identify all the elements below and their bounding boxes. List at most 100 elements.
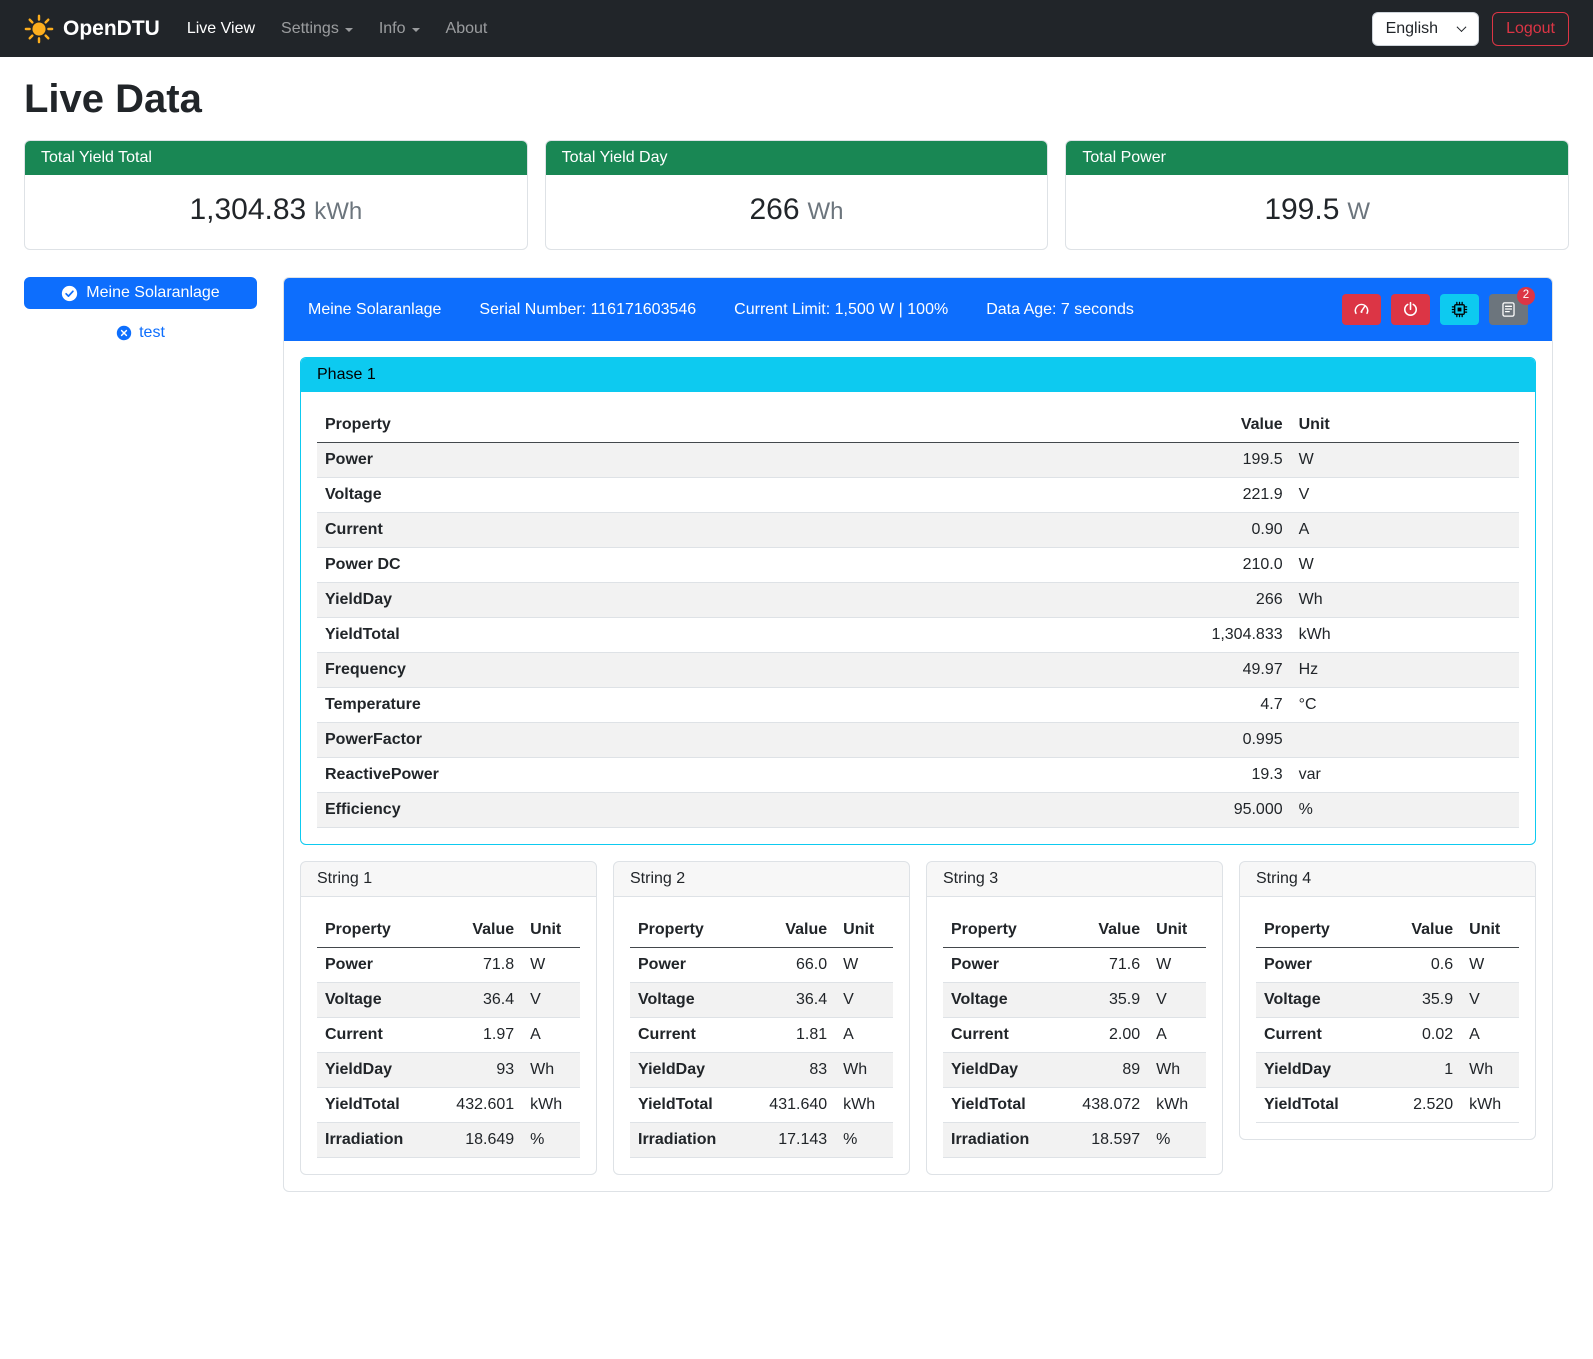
device-info-button[interactable]	[1440, 294, 1479, 325]
table-row: Power66.0W	[630, 948, 893, 983]
property-cell: Current	[1256, 1018, 1382, 1053]
property-cell: PowerFactor	[317, 723, 1134, 758]
column-header-value: Value	[756, 913, 835, 948]
nav-item-info[interactable]: Info	[366, 12, 433, 46]
property-cell: Power	[943, 948, 1069, 983]
unit-cell: %	[835, 1123, 893, 1158]
content-row: Meine Solaranlage test Meine Solaranlage…	[24, 277, 1569, 1192]
summary-card-title: Total Power	[1066, 141, 1568, 175]
unit-cell: V	[835, 983, 893, 1018]
value-cell: 1	[1382, 1053, 1461, 1088]
value-cell: 95.000	[1134, 793, 1290, 828]
string-card-title: String 1	[301, 862, 596, 897]
unit-cell: W	[1291, 548, 1519, 583]
summary-card-body: 199.5W	[1066, 175, 1568, 249]
property-cell: Power	[630, 948, 756, 983]
speedometer-icon	[1353, 301, 1370, 318]
property-cell: Power	[317, 443, 1134, 478]
inverter-name: Meine Solaranlage	[308, 301, 441, 319]
string-table: PropertyValueUnit Power71.6WVoltage35.9V…	[943, 913, 1206, 1158]
unit-cell: W	[1291, 443, 1519, 478]
property-cell: YieldDay	[317, 1053, 443, 1088]
value-cell: 1,304.833	[1134, 618, 1290, 653]
property-cell: YieldDay	[1256, 1053, 1382, 1088]
value-cell: 0.6	[1382, 948, 1461, 983]
table-row: Voltage221.9V	[317, 478, 1519, 513]
brand-link[interactable]: OpenDTU	[24, 14, 160, 44]
property-cell: Voltage	[317, 983, 443, 1018]
unit-cell: kWh	[835, 1088, 893, 1123]
unit-cell: kWh	[1461, 1088, 1519, 1123]
string-card-title: String 3	[927, 862, 1222, 897]
power-settings-button[interactable]	[1391, 294, 1430, 325]
page-title: Live Data	[24, 77, 1569, 122]
value-cell: 438.072	[1069, 1088, 1148, 1123]
unit-cell: Wh	[1291, 583, 1519, 618]
value-cell: 210.0	[1134, 548, 1290, 583]
event-log-button[interactable]: 2	[1489, 294, 1528, 325]
chevron-down-icon	[1457, 22, 1467, 32]
property-cell: Efficiency	[317, 793, 1134, 828]
nav-item-about[interactable]: About	[433, 12, 501, 46]
logout-button[interactable]: Logout	[1492, 12, 1569, 46]
sun-logo-icon	[24, 14, 54, 44]
property-cell: YieldDay	[630, 1053, 756, 1088]
value-cell: 36.4	[443, 983, 522, 1018]
unit-cell: °C	[1291, 688, 1519, 723]
unit-cell: %	[1148, 1123, 1206, 1158]
unit-cell: A	[1148, 1018, 1206, 1053]
unit-cell: Wh	[522, 1053, 580, 1088]
table-header-row: PropertyValueUnit	[630, 913, 893, 948]
property-cell: YieldDay	[943, 1053, 1069, 1088]
inverter-select-button[interactable]: Meine Solaranlage	[24, 277, 257, 309]
unit-cell: W	[1148, 948, 1206, 983]
chevron-down-icon	[412, 28, 420, 32]
table-row: Efficiency95.000%	[317, 793, 1519, 828]
value-cell: 71.8	[443, 948, 522, 983]
value-cell: 2.520	[1382, 1088, 1461, 1123]
nav-item-settings[interactable]: Settings	[268, 12, 366, 46]
inverter-card-body: Phase 1 PropertyValueUnit Power199.5WVol…	[284, 341, 1552, 1191]
property-cell: Irradiation	[630, 1123, 756, 1158]
string-card-title: String 4	[1240, 862, 1535, 897]
limit-settings-button[interactable]	[1342, 294, 1381, 325]
table-row: Power0.6W	[1256, 948, 1519, 983]
table-row: Irradiation17.143%	[630, 1123, 893, 1158]
inverter-current-limit: Current Limit: 1,500 W | 100%	[734, 301, 948, 319]
table-header-row: PropertyValueUnit	[1256, 913, 1519, 948]
table-row: Voltage36.4V	[317, 983, 580, 1018]
nav-links: Live ViewSettingsInfoAbout	[174, 12, 501, 46]
summary-card: Total Yield Total 1,304.83kWh	[24, 140, 528, 250]
value-cell: 19.3	[1134, 758, 1290, 793]
string-card: String 3 PropertyValueUnit Power71.6WVol…	[926, 861, 1223, 1175]
value-cell: 17.143	[756, 1123, 835, 1158]
summary-unit: kWh	[314, 198, 362, 225]
table-row: Power DC210.0W	[317, 548, 1519, 583]
property-cell: Power	[1256, 948, 1382, 983]
inverter-card-header: Meine Solaranlage Serial Number: 1161716…	[284, 278, 1552, 341]
summary-value: 266	[749, 193, 799, 226]
summary-unit: Wh	[808, 198, 844, 225]
table-row: ReactivePower19.3var	[317, 758, 1519, 793]
column-header-unit: Unit	[835, 913, 893, 948]
property-cell: Power	[317, 948, 443, 983]
nav-item-live-view[interactable]: Live View	[174, 12, 268, 46]
property-cell: YieldTotal	[1256, 1088, 1382, 1123]
language-select-value: English	[1386, 20, 1438, 38]
navbar: OpenDTU Live ViewSettingsInfoAbout Engli…	[0, 0, 1593, 57]
property-cell: ReactivePower	[317, 758, 1134, 793]
value-cell: 93	[443, 1053, 522, 1088]
table-row: Current1.97A	[317, 1018, 580, 1053]
inverter-link-label: test	[139, 324, 165, 342]
language-select[interactable]: English	[1372, 12, 1479, 46]
string-card-body: PropertyValueUnit Power71.6WVoltage35.9V…	[927, 897, 1222, 1174]
property-cell: Current	[317, 1018, 443, 1053]
navbar-right: English Logout	[1372, 12, 1569, 46]
property-cell: YieldTotal	[630, 1088, 756, 1123]
table-row: YieldDay1Wh	[1256, 1053, 1519, 1088]
property-cell: YieldTotal	[317, 618, 1134, 653]
inverter-list-item-test[interactable]: test	[24, 324, 257, 342]
brand-label: OpenDTU	[63, 17, 160, 41]
unit-cell: W	[522, 948, 580, 983]
inverter-list: Meine Solaranlage test	[24, 277, 257, 342]
